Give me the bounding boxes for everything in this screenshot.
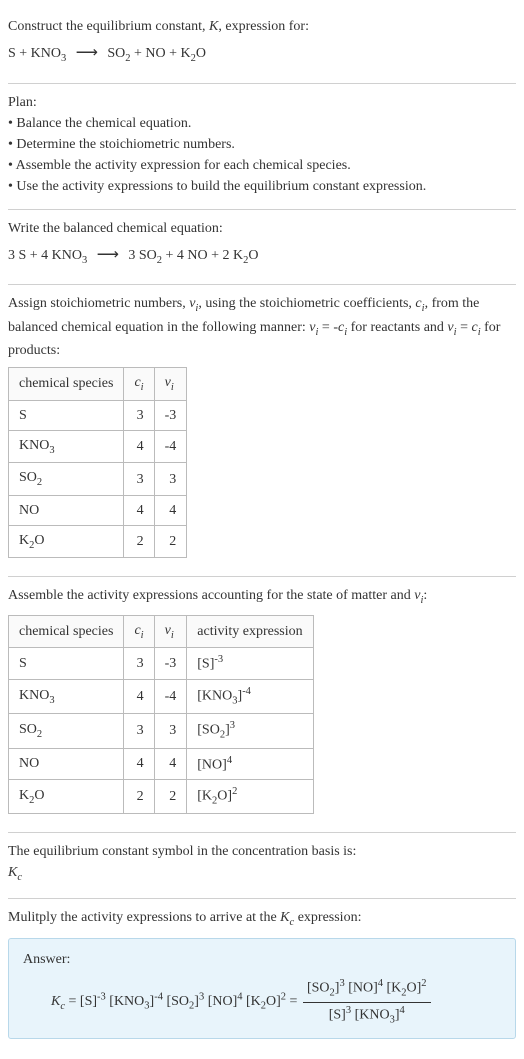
cell-nui: 4 — [154, 748, 187, 780]
cell-species: K2O — [9, 525, 124, 558]
balanced-equation: 3 S + 4 KNO3 ⟶ 3 SO2 + 4 NO + 2 K2O — [8, 243, 516, 269]
table-row: NO44[NO]4 — [9, 748, 314, 780]
cell-ci: 4 — [124, 495, 154, 525]
cell-nui: 2 — [154, 780, 187, 814]
cell-species: SO2 — [9, 463, 124, 496]
answer-box: Answer: Kc = [S]-3 [KNO3]-4 [SO2]3 [NO]4… — [8, 938, 516, 1038]
table-row: KNO34-4 — [9, 430, 187, 463]
answer-fraction: [SO2]3 [NO]4 [K2O]2 [S]3 [KNO3]4 — [303, 976, 431, 1027]
cell-activity: [SO2]3 — [187, 714, 313, 748]
plan-item: Assemble the activity expression for eac… — [8, 155, 516, 176]
plan-heading: Plan: — [8, 92, 516, 113]
cell-nui: 3 — [154, 463, 187, 496]
prompt-text-1: Construct the equilibrium constant, K, e… — [8, 19, 309, 34]
table-row: SO233[SO2]3 — [9, 714, 314, 748]
balanced-section: Write the balanced chemical equation: 3 … — [8, 210, 516, 286]
reaction-arrow-icon: ⟶ — [97, 246, 119, 263]
cell-activity: [KNO3]-4 — [187, 680, 313, 714]
table-row: SO233 — [9, 463, 187, 496]
col-nui: νi — [154, 368, 187, 401]
cell-nui: -3 — [154, 400, 187, 430]
activity-section: Assemble the activity expressions accoun… — [8, 577, 516, 833]
cell-activity: [K2O]2 — [187, 780, 313, 814]
table-header-row: chemical species ci νi — [9, 368, 187, 401]
col-species: chemical species — [9, 615, 124, 648]
table-row: S3-3[S]-3 — [9, 648, 314, 680]
kc-symbol-section: The equilibrium constant symbol in the c… — [8, 833, 516, 899]
multiply-text: Mulitply the activity expressions to arr… — [8, 907, 516, 931]
plan-list: Balance the chemical equation. Determine… — [8, 113, 516, 197]
multiply-section: Mulitply the activity expressions to arr… — [8, 899, 516, 1051]
answer-expression: Kc = [S]-3 [KNO3]-4 [SO2]3 [NO]4 [K2O]2 … — [23, 976, 501, 1027]
col-ci: ci — [124, 368, 154, 401]
reaction-arrow-icon: ⟶ — [76, 44, 98, 61]
col-ci: ci — [124, 615, 154, 648]
activity-table: chemical species ci νi activity expressi… — [8, 615, 314, 814]
activity-intro: Assemble the activity expressions accoun… — [8, 585, 516, 609]
plan-item: Use the activity expressions to build th… — [8, 176, 516, 197]
fraction-denominator: [S]3 [KNO3]4 — [303, 1003, 431, 1028]
col-activity: activity expression — [187, 615, 313, 648]
cell-ci: 4 — [124, 748, 154, 780]
cell-ci: 3 — [124, 714, 154, 748]
balanced-heading: Write the balanced chemical equation: — [8, 218, 516, 239]
stoich-intro: Assign stoichiometric numbers, νi, using… — [8, 293, 516, 361]
table-row: K2O22[K2O]2 — [9, 780, 314, 814]
table-row: KNO34-4[KNO3]-4 — [9, 680, 314, 714]
kc-symbol: Kc — [8, 862, 516, 886]
cell-nui: -4 — [154, 680, 187, 714]
cell-nui: -4 — [154, 430, 187, 463]
cell-species: KNO3 — [9, 680, 124, 714]
cell-nui: -3 — [154, 648, 187, 680]
table-row: NO44 — [9, 495, 187, 525]
cell-ci: 3 — [124, 400, 154, 430]
cell-ci: 4 — [124, 680, 154, 714]
cell-ci: 2 — [124, 525, 154, 558]
plan-item: Determine the stoichiometric numbers. — [8, 134, 516, 155]
cell-nui: 2 — [154, 525, 187, 558]
table-row: S3-3 — [9, 400, 187, 430]
cell-ci: 4 — [124, 430, 154, 463]
cell-nui: 4 — [154, 495, 187, 525]
cell-species: S — [9, 648, 124, 680]
kc-symbol-text: The equilibrium constant symbol in the c… — [8, 841, 516, 862]
answer-label: Answer: — [23, 949, 501, 970]
fraction-numerator: [SO2]3 [NO]4 [K2O]2 — [303, 976, 431, 1002]
cell-ci: 2 — [124, 780, 154, 814]
unbalanced-equation: S + KNO3 ⟶ SO2 + NO + K2O — [8, 41, 516, 67]
cell-nui: 3 — [154, 714, 187, 748]
cell-species: NO — [9, 748, 124, 780]
stoich-table: chemical species ci νi S3-3 KNO34-4 SO23… — [8, 367, 187, 558]
cell-activity: [S]-3 — [187, 648, 313, 680]
prompt-heading: Construct the equilibrium constant, K, e… — [8, 16, 516, 37]
cell-species: S — [9, 400, 124, 430]
prompt-section: Construct the equilibrium constant, K, e… — [8, 8, 516, 84]
col-species: chemical species — [9, 368, 124, 401]
cell-species: SO2 — [9, 714, 124, 748]
cell-species: NO — [9, 495, 124, 525]
col-nui: νi — [154, 615, 187, 648]
table-header-row: chemical species ci νi activity expressi… — [9, 615, 314, 648]
cell-activity: [NO]4 — [187, 748, 313, 780]
cell-ci: 3 — [124, 463, 154, 496]
cell-species: K2O — [9, 780, 124, 814]
cell-ci: 3 — [124, 648, 154, 680]
cell-species: KNO3 — [9, 430, 124, 463]
plan-section: Plan: Balance the chemical equation. Det… — [8, 84, 516, 210]
plan-item: Balance the chemical equation. — [8, 113, 516, 134]
stoich-section: Assign stoichiometric numbers, νi, using… — [8, 285, 516, 577]
table-row: K2O22 — [9, 525, 187, 558]
